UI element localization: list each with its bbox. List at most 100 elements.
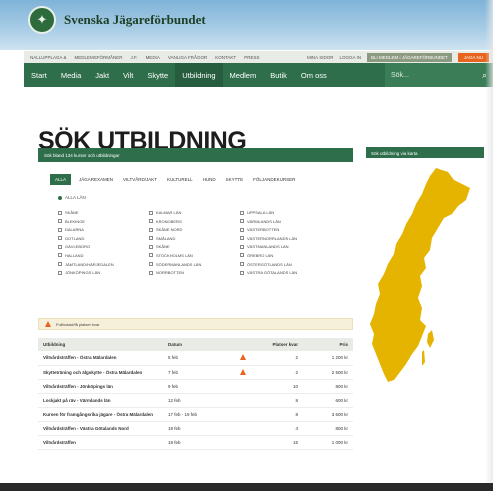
utility-link[interactable]: VANLIGA FRÅGOR	[168, 55, 207, 60]
region-checkbox-item[interactable]: VÄSTRA GÖTALANDS LÄN	[240, 270, 328, 275]
checkbox[interactable]	[58, 253, 62, 258]
region-checkbox-item[interactable]: DALARNA	[58, 227, 146, 232]
checkbox[interactable]	[58, 210, 62, 215]
checkbox[interactable]	[149, 262, 153, 267]
category-tab[interactable]: VILTVÅRD/JAKT	[121, 175, 159, 184]
region-checkbox-item[interactable]: JÄMTLAND/HÄRJEDALEN	[58, 262, 146, 267]
checkbox[interactable]	[149, 219, 153, 224]
course-name[interactable]: Skytteträning och älgskytte - Östra Mäla…	[38, 365, 163, 380]
become-member-button[interactable]: BLI MEDLEM i JÄGAREFÖRBUNDET	[366, 52, 452, 62]
region-checkbox-item[interactable]: VÄRMLANDS LÄN	[240, 219, 328, 224]
category-tab[interactable]: FÖLJANDEKURSER	[251, 175, 297, 184]
col-price[interactable]: Pris	[303, 338, 353, 351]
utility-link[interactable]: MEDIA	[146, 55, 160, 60]
checkbox[interactable]	[240, 236, 244, 241]
nav-item-7[interactable]: Butik	[263, 63, 294, 87]
region-checkbox-item[interactable]: SKÅNE	[149, 244, 237, 249]
table-row[interactable]: Viltvårdsträffen - Västra Götalands Nord…	[38, 421, 353, 436]
col-date[interactable]: Datum	[163, 338, 233, 351]
region-checkbox-item[interactable]: SÖDERMANLANDS LÄN	[149, 262, 237, 267]
col-course[interactable]: Utbildning	[38, 338, 163, 351]
region-checkbox-item[interactable]: ÖREBRO LÄN	[240, 253, 328, 258]
nav-item-6[interactable]: Medlem	[223, 63, 264, 87]
oland-shape[interactable]	[422, 350, 425, 366]
table-row[interactable]: Lockjakt på räv - Värmlands län 12 feb 8 60…	[38, 393, 353, 408]
checkbox[interactable]	[149, 210, 153, 215]
search-input[interactable]: Sök... ⌕	[385, 63, 493, 87]
region-checkbox-item[interactable]: VÄSTMANLANDS LÄN	[240, 244, 328, 249]
nav-item-5[interactable]: Utbildning	[175, 63, 223, 87]
region-checkbox-item[interactable]: NORRBOTTEN	[149, 270, 237, 275]
utility-link[interactable]: J.F.	[131, 55, 138, 60]
region-checkbox-item[interactable]: STOCKHOLMS LÄN	[149, 253, 237, 258]
utility-link[interactable]: MEDLEMSFÖRMÅNER	[75, 55, 123, 60]
nav-item-4[interactable]: Skytte	[140, 63, 175, 87]
checkbox[interactable]	[58, 262, 62, 267]
table-row[interactable]: Viltvårdsträffen 19 feb 15 1 000 kr	[38, 435, 353, 450]
nav-item-0[interactable]: Start	[24, 63, 54, 87]
my-pages-link[interactable]: MINA SIDOR	[307, 55, 334, 60]
checkbox[interactable]	[149, 236, 153, 241]
region-checkbox-item[interactable]: HALLAND	[58, 253, 146, 258]
region-checkbox-item[interactable]: SMÅLAND	[149, 236, 237, 241]
region-checkbox-item[interactable]: VÄSTERNORRLANDS LÄN	[240, 236, 328, 241]
course-name[interactable]: Lockjakt på räv - Värmlands län	[38, 393, 163, 408]
table-row[interactable]: Viltvårdsträffen - Jönköpings län 9 feb 10…	[38, 379, 353, 394]
category-tab[interactable]: HUND	[201, 175, 218, 184]
region-checkbox-item[interactable]: GOTLAND	[58, 236, 146, 241]
course-name[interactable]: Viltvårdsträffen	[38, 435, 163, 450]
utility-link[interactable]: NALLUPPLAGA &	[30, 55, 67, 60]
region-checkbox-item[interactable]: SKÅNE NORD	[149, 227, 237, 232]
col-seats[interactable]: Platser kvar	[253, 338, 303, 351]
region-checkbox-item[interactable]: BLEKINGE	[58, 219, 146, 224]
utility-link[interactable]: PRESS	[244, 55, 259, 60]
gotland-shape[interactable]	[427, 330, 434, 348]
nav-item-2[interactable]: Jakt	[88, 63, 116, 87]
category-tab[interactable]: SKYTTE	[224, 175, 246, 184]
region-checkbox-item[interactable]: GÄVLEBORG	[58, 244, 146, 249]
category-tab[interactable]: ALLA	[50, 174, 72, 185]
region-checkbox-item[interactable]: KRONOBERG	[149, 219, 237, 224]
checkbox[interactable]	[58, 219, 62, 224]
checkbox[interactable]	[240, 210, 244, 215]
nav-item-8[interactable]: Om oss	[294, 63, 334, 87]
checkbox[interactable]	[149, 270, 153, 275]
region-checkbox-item[interactable]: ÖSTERGÖTLANDS LÄN	[240, 262, 328, 267]
nav-item-1[interactable]: Media	[54, 63, 88, 87]
table-row[interactable]: Kursen för framgångsrika jägare - Östra …	[38, 407, 353, 422]
all-regions-option[interactable]: ALLA LÄN	[38, 189, 353, 204]
checkbox[interactable]	[240, 253, 244, 258]
course-name[interactable]: Kursen för framgångsrika jägare - Östra …	[38, 407, 163, 422]
table-row[interactable]: Skytteträning och älgskytte - Östra Mäla…	[38, 365, 353, 380]
checkbox[interactable]	[149, 244, 153, 249]
nav-item-3[interactable]: Vilt	[116, 63, 140, 87]
login-link[interactable]: LOGGA IN	[339, 55, 361, 60]
checkbox[interactable]	[58, 227, 62, 232]
checkbox[interactable]	[240, 270, 244, 275]
checkbox[interactable]	[58, 244, 62, 249]
course-table: Utbildning Datum Platser kvar Pris Viltv…	[38, 338, 353, 450]
region-checkbox-item[interactable]: SKÅNE	[58, 210, 146, 215]
sweden-map[interactable]	[366, 166, 484, 386]
checkbox[interactable]	[58, 236, 62, 241]
checkbox[interactable]	[240, 227, 244, 232]
checkbox[interactable]	[240, 262, 244, 267]
course-name[interactable]: Viltvårdsträffen - Västra Götalands Nord	[38, 421, 163, 436]
course-name[interactable]: Viltvårdsträffen - Östra Mälardalen	[38, 351, 163, 366]
category-tab[interactable]: JÄGAREXAMEN	[77, 175, 115, 184]
course-name[interactable]: Viltvårdsträffen - Jönköpings län	[38, 379, 163, 394]
checkbox[interactable]	[58, 270, 62, 275]
table-row[interactable]: Viltvårdsträffen - Östra Mälardalen 5 feb…	[38, 351, 353, 366]
utility-link[interactable]: KONTAKT	[215, 55, 236, 60]
checkbox[interactable]	[240, 219, 244, 224]
checkbox[interactable]	[240, 244, 244, 249]
site-logo[interactable]: ✦ Svenska Jägareförbundet	[28, 6, 206, 34]
region-checkbox-item[interactable]: VÄSTERBOTTEN	[240, 227, 328, 232]
region-checkbox-item[interactable]: KALMAR LÄN	[149, 210, 237, 215]
category-tab[interactable]: KULTURELL	[165, 175, 195, 184]
region-checkbox-item[interactable]: JÖNKÖPINGS LÄN	[58, 270, 146, 275]
sweden-map-shape[interactable]	[370, 168, 470, 382]
checkbox[interactable]	[149, 227, 153, 232]
region-checkbox-item[interactable]: UPPSALA LÄN	[240, 210, 328, 215]
checkbox[interactable]	[149, 253, 153, 258]
